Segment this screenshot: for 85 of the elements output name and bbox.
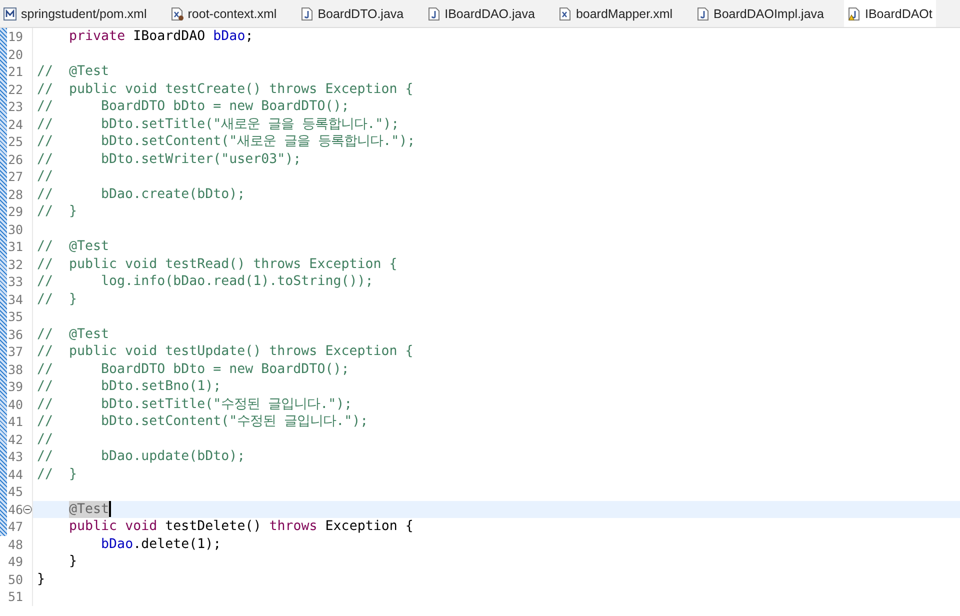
- line-number: 41: [8, 413, 24, 430]
- code-token: bDao: [101, 536, 134, 553]
- editor-tab[interactable]: springstudent/pom.xml: [0, 0, 167, 27]
- code-token: // }: [37, 290, 78, 308]
- code-token: public: [69, 518, 118, 536]
- line-number: 40: [8, 396, 24, 413]
- line-number: 45: [8, 483, 24, 500]
- editor-tab[interactable]: root-context.xml: [166, 0, 297, 27]
- code-token: // public void testRead() throws Exception {: [37, 256, 398, 273]
- xml-file-icon: [558, 6, 572, 20]
- line-number: 42: [8, 430, 24, 448]
- code-token: bDao: [213, 28, 246, 46]
- code-token: // bDto.setTitle("새로운 글을 등록합니다.");: [37, 116, 400, 133]
- java-file-icon: [846, 6, 861, 20]
- code-token: // BoardDTO bDto = new BoardDTO();: [37, 360, 350, 378]
- line-number: 43: [8, 448, 24, 466]
- java-file-icon: [696, 6, 710, 20]
- line-number: 27: [8, 168, 24, 186]
- code-token: // public void testUpdate() throws Exception {: [37, 343, 414, 360]
- line-number: 50: [8, 570, 24, 588]
- line-number: 19: [8, 28, 24, 46]
- code-token: // bDto.setBno(1);: [37, 378, 222, 396]
- code-token: // @Test: [37, 238, 110, 256]
- line-number: 47: [8, 518, 24, 536]
- code-token: throws: [269, 518, 318, 536]
- line-number: 29: [8, 203, 24, 220]
- code-token: }: [69, 553, 78, 570]
- line-number: 51: [8, 588, 24, 606]
- line-number: 23: [8, 98, 24, 116]
- code-token: // public void testCreate() throws Exception {: [37, 80, 414, 98]
- code-token: @Test: [69, 500, 110, 518]
- line-number: 32: [8, 256, 24, 273]
- code-token: // bDto.setTitle("수정된 글입니다.");: [37, 396, 352, 413]
- editor-tab[interactable]: IBoardDAOt: [844, 0, 936, 27]
- code-token: testDelete(): [165, 518, 262, 536]
- editor-tab[interactable]: BoardDTO.java: [296, 0, 424, 27]
- line-number: 26: [8, 150, 24, 168]
- code-token: private: [69, 28, 126, 46]
- code-token: // log.info(bDao.read(1).toString());: [37, 273, 374, 290]
- line-number: 33: [8, 273, 24, 290]
- editor-tab[interactable]: boardMapper.xml: [554, 0, 693, 27]
- editor-tab[interactable]: BoardDAOImpl.java: [692, 0, 844, 27]
- line-number: 30: [8, 220, 24, 238]
- code-token: //: [37, 168, 54, 186]
- code-token: .delete(1);: [133, 536, 222, 553]
- code-token: // bDao.update(bDto);: [37, 448, 246, 466]
- code-token: // @Test: [37, 63, 110, 80]
- line-number: 46: [8, 500, 23, 518]
- code-token: ;: [245, 28, 254, 46]
- collapse-icon[interactable]: [23, 504, 32, 514]
- line-number: 28: [8, 186, 24, 203]
- code-token: // @Test: [37, 326, 110, 343]
- code-token: // BoardDTO bDto = new BoardDTO();: [37, 98, 350, 116]
- code-token: // bDto.setContent("새로운 글을 등록합니다.");: [37, 133, 416, 150]
- line-number: 39: [8, 378, 24, 396]
- code-token: // }: [37, 466, 78, 483]
- line-number: 21: [8, 63, 24, 80]
- java-file-icon: [426, 6, 441, 20]
- line-number: 48: [8, 536, 24, 553]
- line-number: 34: [8, 290, 24, 308]
- line-number: 22: [8, 80, 24, 98]
- code-token: // bDto.setContent("수정된 글입니다.");: [37, 413, 368, 430]
- line-number: 49: [8, 553, 24, 570]
- line-number: 36: [8, 326, 24, 343]
- code-token: void: [125, 518, 158, 536]
- code-token: // }: [37, 203, 78, 220]
- line-number: 31: [8, 238, 24, 256]
- text-cursor: [109, 501, 112, 518]
- code-token: // bDto.setWriter("user03");: [37, 150, 302, 168]
- line-number: 20: [8, 46, 24, 63]
- line-number: 25: [8, 133, 24, 150]
- code-token: }: [37, 570, 46, 588]
- code-token: IBoardDAO: [133, 28, 206, 46]
- code-token: //: [37, 430, 54, 448]
- editor-tab[interactable]: IBoardDAO.java: [424, 0, 555, 27]
- line-number: 44: [8, 466, 24, 483]
- line-number: 24: [8, 116, 24, 133]
- code-token: Exception {: [325, 518, 414, 536]
- code-token: // bDao.create(bDto);: [37, 186, 246, 203]
- java-file-icon: [300, 6, 314, 20]
- maven-file-icon: [3, 6, 17, 20]
- line-number: 38: [8, 360, 24, 378]
- xml-file-icon: [170, 6, 184, 20]
- line-number: 35: [8, 308, 24, 326]
- line-number: 37: [8, 343, 24, 360]
